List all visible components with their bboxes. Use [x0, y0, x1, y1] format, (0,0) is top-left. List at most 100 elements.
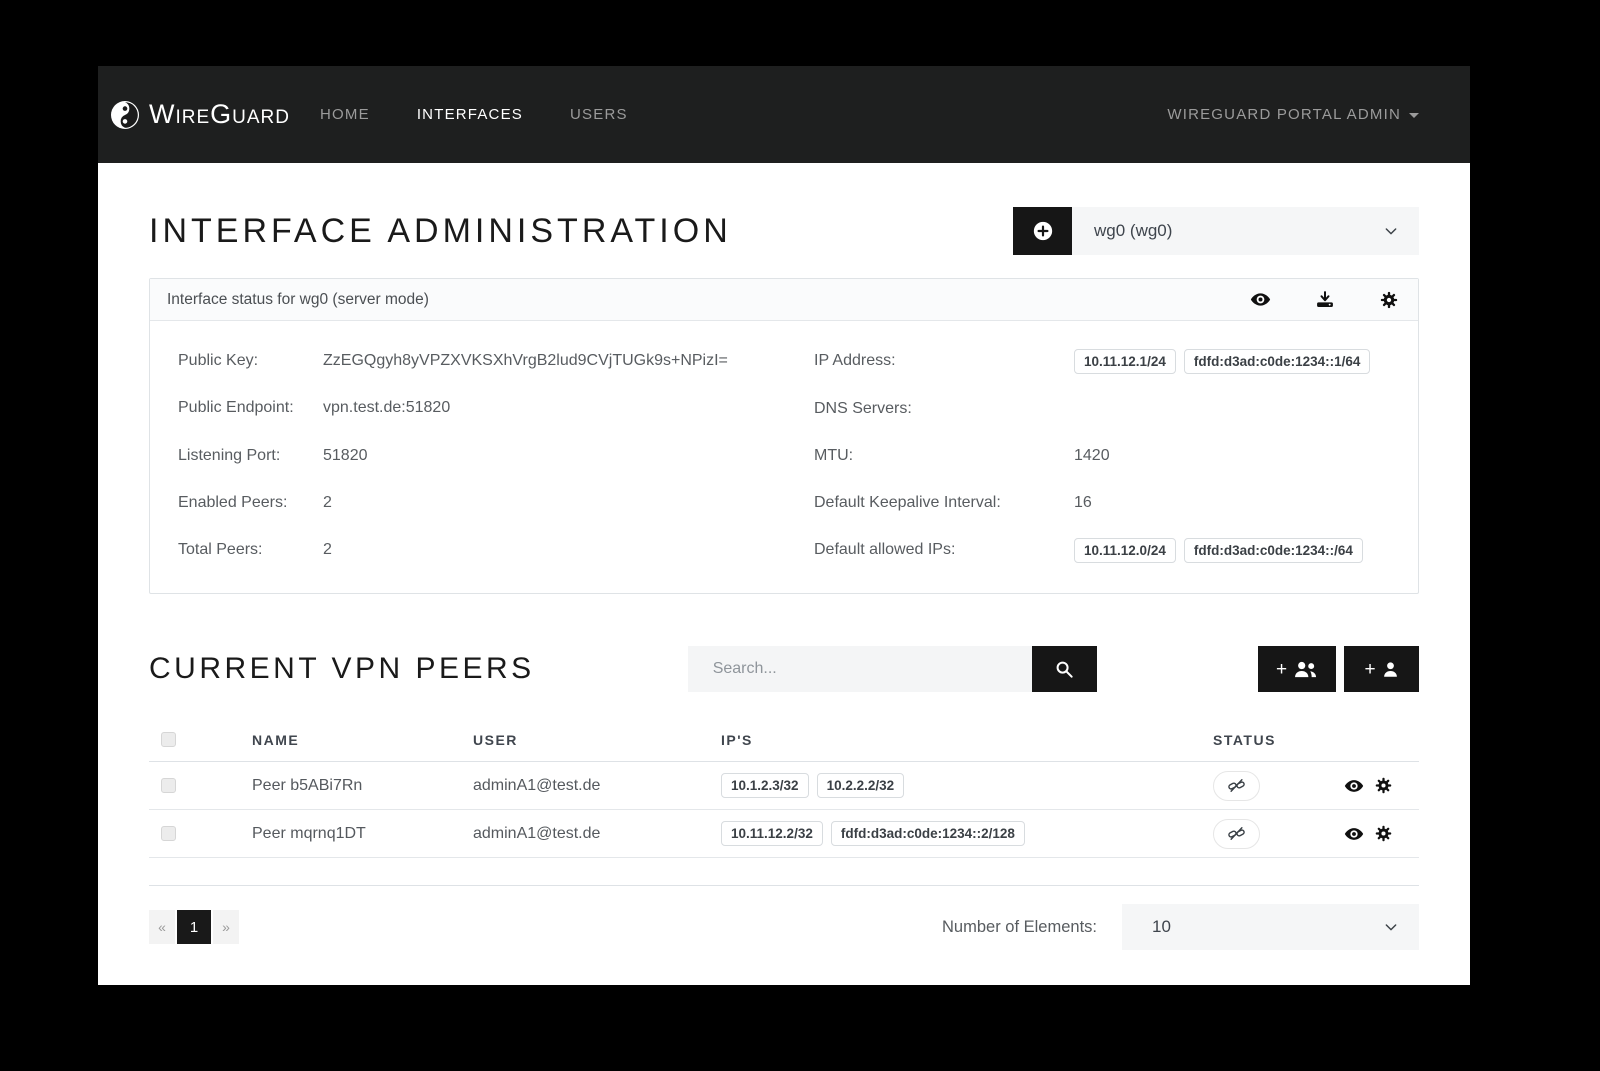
elements-count-value: 10	[1152, 917, 1171, 937]
interface-select-value: wg0 (wg0)	[1094, 221, 1172, 241]
view-peer-button[interactable]	[1344, 824, 1364, 844]
total-peers-label: Total Peers:	[178, 538, 323, 562]
pagination-page-1-button[interactable]: 1	[177, 910, 211, 944]
peers-section-title: CURRENT VPN PEERS	[149, 652, 535, 686]
select-all-checkbox[interactable]	[161, 732, 176, 747]
mtu-label: MTU:	[814, 444, 1074, 468]
interface-details-left: Public Key: ZzEGQgyh8yVPZXVKSXhVrgB2lud9…	[178, 349, 784, 563]
nav-item-home[interactable]: HOME	[320, 106, 370, 123]
row-checkbox[interactable]	[161, 826, 176, 841]
peer-settings-button[interactable]	[1374, 776, 1393, 796]
column-ips: IP'S	[721, 732, 1213, 748]
pagination-prev-button[interactable]: «	[149, 910, 175, 944]
keepalive-label: Default Keepalive Interval:	[814, 491, 1074, 515]
add-multiple-peers-button[interactable]: +	[1258, 646, 1336, 692]
link-slash-icon	[1227, 824, 1246, 843]
mtu-value: 1420	[1074, 444, 1110, 468]
interface-details-right: IP Address: 10.11.12.1/24 fdfd:d3ad:c0de:…	[784, 349, 1390, 563]
row-checkbox[interactable]	[161, 778, 176, 793]
public-endpoint-value: vpn.test.de:51820	[323, 396, 450, 420]
view-peer-button[interactable]	[1344, 776, 1364, 796]
plus-circle-icon	[1032, 220, 1054, 242]
ip-address-label: IP Address:	[814, 349, 1074, 374]
add-peer-button[interactable]: +	[1344, 646, 1419, 692]
ip-badge: 10.11.12.1/24	[1074, 349, 1176, 374]
table-header-row: NAME USER IP'S STATUS	[149, 718, 1419, 762]
enabled-peers-label: Enabled Peers:	[178, 491, 323, 515]
user-icon	[1382, 660, 1399, 679]
gear-icon	[1379, 290, 1399, 310]
column-user: USER	[473, 732, 721, 748]
peer-add-buttons: + +	[1258, 646, 1419, 692]
plus-label: +	[1364, 660, 1375, 679]
wireguard-dragon-icon	[110, 100, 140, 130]
peer-user: adminA1@test.de	[473, 777, 721, 795]
gear-icon	[1374, 824, 1393, 843]
dns-servers-label: DNS Servers:	[814, 397, 1074, 421]
interface-settings-button[interactable]	[1379, 289, 1399, 310]
enabled-peers-value: 2	[323, 491, 332, 515]
peer-name: Peer b5ABi7Rn	[252, 777, 473, 795]
listening-port-label: Listening Port:	[178, 444, 323, 468]
ip-badge: fdfd:d3ad:c0de:1234::1/64	[1184, 349, 1371, 374]
public-endpoint-label: Public Endpoint:	[178, 396, 323, 420]
card-title: Interface status for wg0 (server mode)	[167, 291, 429, 309]
table-row: Peer mqrnq1DT adminA1@test.de 10.11.12.2…	[149, 810, 1419, 858]
brand-name: WireGuard	[149, 99, 290, 130]
nav-links: HOME INTERFACES USERS	[320, 106, 628, 123]
peer-user: adminA1@test.de	[473, 825, 721, 843]
navbar: WireGuard HOME INTERFACES USERS WIREGUAR…	[98, 66, 1470, 163]
eye-icon	[1344, 776, 1364, 796]
peer-search	[688, 646, 1097, 692]
plus-label: +	[1276, 660, 1287, 679]
peer-ip-badge: 10.1.2.3/32	[721, 773, 809, 798]
users-icon	[1293, 660, 1318, 679]
peer-settings-button[interactable]	[1374, 824, 1393, 844]
user-menu-dropdown[interactable]: WIREGUARD PORTAL ADMIN	[1167, 106, 1419, 123]
chevron-down-icon	[1383, 223, 1399, 239]
keepalive-value: 16	[1074, 491, 1092, 515]
table-row: Peer b5ABi7Rn adminA1@test.de 10.1.2.3/3…	[149, 762, 1419, 810]
listening-port-value: 51820	[323, 444, 368, 468]
peers-table: NAME USER IP'S STATUS Peer b5ABi7Rn admi…	[149, 718, 1419, 886]
interface-status-card: Interface status for wg0 (server mode)	[149, 278, 1419, 594]
interface-select[interactable]: wg0 (wg0)	[1072, 207, 1419, 255]
ip-badge: 10.11.12.0/24	[1074, 538, 1176, 563]
link-slash-icon	[1227, 776, 1246, 795]
main-content: INTERFACE ADMINISTRATION wg0 (wg0)	[98, 163, 1470, 985]
peer-name: Peer mqrnq1DT	[252, 825, 473, 843]
pagination-next-button[interactable]: »	[213, 910, 239, 944]
gear-icon	[1374, 776, 1393, 795]
column-status: STATUS	[1213, 732, 1419, 748]
peer-ip-badge: 10.11.12.2/32	[721, 821, 823, 846]
eye-icon	[1344, 824, 1364, 844]
peer-ip-badge: 10.2.2.2/32	[817, 773, 905, 798]
page-title: INTERFACE ADMINISTRATION	[149, 212, 732, 251]
search-button[interactable]	[1032, 646, 1097, 692]
add-interface-button[interactable]	[1013, 207, 1072, 255]
nav-item-users[interactable]: USERS	[570, 106, 628, 123]
download-icon	[1315, 290, 1335, 310]
elements-count-label: Number of Elements:	[942, 918, 1097, 937]
total-peers-value: 2	[323, 538, 332, 562]
nav-item-interfaces[interactable]: INTERFACES	[417, 106, 523, 123]
status-badge	[1213, 819, 1260, 849]
pagination: « 1 »	[149, 910, 239, 944]
public-key-label: Public Key:	[178, 349, 323, 373]
search-icon	[1054, 659, 1074, 679]
interface-picker: wg0 (wg0)	[1013, 207, 1419, 255]
app-window: WireGuard HOME INTERFACES USERS WIREGUAR…	[98, 66, 1470, 985]
caret-down-icon	[1409, 113, 1419, 118]
eye-icon	[1250, 289, 1271, 310]
table-footer-divider	[149, 858, 1419, 886]
public-key-value: ZzEGQgyh8yVPZXVKSXhVrgB2lud9CVjTUGk9s+NP…	[323, 349, 728, 373]
column-name: NAME	[252, 732, 473, 748]
view-config-button[interactable]	[1250, 289, 1271, 310]
allowed-ips-label: Default allowed IPs:	[814, 538, 1074, 563]
download-config-button[interactable]	[1315, 289, 1335, 310]
search-input[interactable]	[688, 646, 1032, 692]
status-badge	[1213, 771, 1260, 801]
elements-count-select[interactable]: 10	[1122, 904, 1419, 950]
brand-link[interactable]: WireGuard	[110, 99, 290, 130]
ip-badge: fdfd:d3ad:c0de:1234::/64	[1184, 538, 1363, 563]
